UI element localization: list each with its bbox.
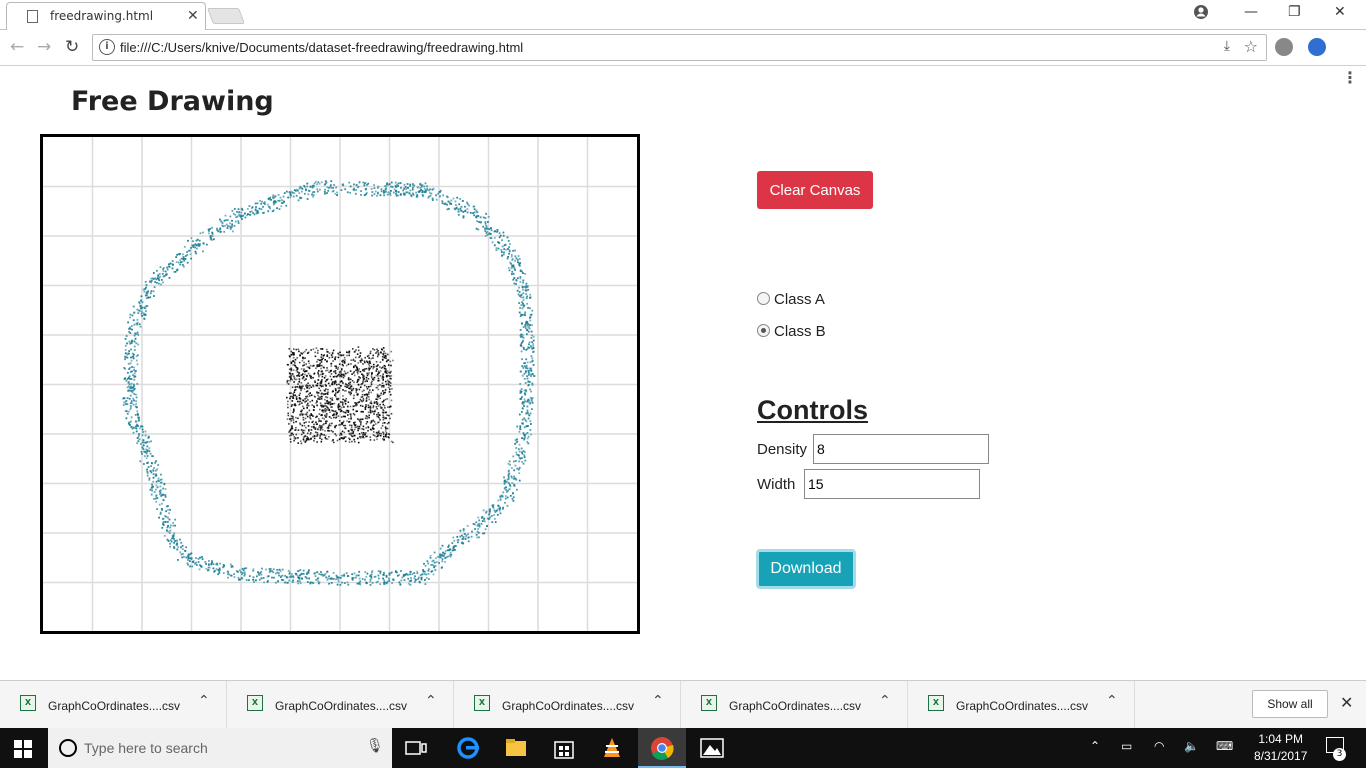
show-all-downloads-button[interactable]: Show all [1252,690,1328,718]
extension-download-icon[interactable] [1308,38,1326,56]
class-a-radio[interactable] [757,292,770,305]
battery-icon[interactable]: ▭ [1121,739,1132,753]
vlc-icon[interactable] [600,736,624,760]
photos-icon[interactable] [700,736,724,760]
store-icon[interactable] [552,736,576,760]
edge-browser-icon[interactable] [456,736,480,760]
width-label: Width [757,476,796,493]
file-explorer-icon[interactable] [504,736,528,760]
class-a-option[interactable]: Class A [757,291,825,308]
keyboard-icon[interactable]: ⌨ [1216,739,1233,753]
download-filename[interactable]: GraphCoOrdinates....csv [502,699,634,713]
width-input[interactable] [804,469,980,499]
system-clock[interactable]: 1:04 PM 8/31/2017 [1254,731,1307,765]
search-placeholder: Type here to search [84,740,208,756]
downloads-shelf: X GraphCoOrdinates....csv ⌃ X GraphCoOrd… [0,680,1366,729]
close-tab-icon[interactable]: ✕ [187,8,199,24]
density-input[interactable] [813,434,989,464]
tab-title: freedrawing.html [50,9,154,23]
reload-icon[interactable]: ↻ [65,37,79,57]
class-b-label: Class B [774,323,826,340]
download-item[interactable]: X GraphCoOrdinates....csv ⌃ [454,681,681,729]
canvas-surface[interactable] [43,137,637,631]
window-close-icon[interactable]: ✕ [1334,4,1346,20]
chevron-up-icon[interactable]: ⌃ [652,693,664,709]
taskbar: Type here to search 🎙 ⌃ ▭ ◠ 🔈 ⌨ 1:04 PM … [0,728,1366,768]
show-hidden-icons-chevron-icon[interactable]: ⌃ [1090,739,1100,753]
browser-tab[interactable]: freedrawing.html ✕ [6,2,206,30]
csv-file-icon: X [247,695,263,711]
csv-file-icon: X [20,695,36,711]
download-item[interactable]: X GraphCoOrdinates....csv ⌃ [0,681,227,729]
browser-toolbar: ← → ↻ i file:///C:/Users/knive/Documents… [0,30,1366,87]
new-tab-button[interactable] [207,8,245,24]
page-icon [27,10,38,23]
browser-menu-icon[interactable]: ⋮ [1342,68,1358,87]
density-label: Density [757,441,808,458]
chevron-up-icon[interactable]: ⌃ [425,693,437,709]
close-shelf-icon[interactable]: ✕ [1340,693,1353,712]
download-item[interactable]: X GraphCoOrdinates....csv ⌃ [227,681,454,729]
clear-canvas-button[interactable]: Clear Canvas [757,171,873,209]
back-icon[interactable]: ← [10,37,24,57]
class-b-radio[interactable] [757,324,770,337]
page-title: Free Drawing [71,86,274,117]
chevron-up-icon[interactable]: ⌃ [1106,693,1118,709]
extension-icon[interactable] [1275,38,1293,56]
download-button[interactable]: Download [756,549,856,589]
taskbar-search-box[interactable]: Type here to search 🎙 [48,728,392,768]
download-filename[interactable]: GraphCoOrdinates....csv [48,699,180,713]
url-text[interactable]: file:///C:/Users/knive/Documents/dataset… [120,40,523,55]
volume-icon[interactable]: 🔈 [1184,739,1199,753]
cortana-icon [59,739,77,757]
drawing-canvas[interactable] [40,134,640,634]
forward-icon[interactable]: → [37,37,51,57]
minimize-icon[interactable]: — [1244,4,1258,20]
address-bar[interactable]: i file:///C:/Users/knive/Documents/datas… [92,34,1267,61]
download-filename[interactable]: GraphCoOrdinates....csv [729,699,861,713]
browser-tab-strip: freedrawing.html ✕ — ❐ ✕ [0,0,1366,30]
bookmark-star-icon[interactable]: ☆ [1244,37,1258,56]
controls-heading: Controls [757,395,868,425]
restore-icon[interactable]: ❐ [1288,4,1301,20]
download-filename[interactable]: GraphCoOrdinates....csv [956,699,1088,713]
download-item[interactable]: X GraphCoOrdinates....csv ⌃ [908,681,1135,729]
download-filename[interactable]: GraphCoOrdinates....csv [275,699,407,713]
windows-start-icon[interactable] [14,740,32,758]
clock-time: 1:04 PM [1258,732,1304,746]
csv-file-icon: X [474,695,490,711]
class-b-option[interactable]: Class B [757,323,826,340]
profile-icon[interactable] [1193,4,1209,24]
download-icon[interactable]: ⤓ [1224,38,1230,54]
download-item[interactable]: X GraphCoOrdinates....csv ⌃ [681,681,908,729]
clock-date: 8/31/2017 [1254,749,1308,763]
class-a-label: Class A [774,291,825,308]
task-view-icon[interactable] [404,736,428,760]
chevron-up-icon[interactable]: ⌃ [198,693,210,709]
microphone-icon[interactable]: 🎙 [366,738,384,754]
wifi-icon[interactable]: ◠ [1154,739,1164,753]
chrome-icon[interactable] [650,736,674,760]
csv-file-icon: X [928,695,944,711]
info-icon[interactable]: i [99,39,115,55]
chevron-up-icon[interactable]: ⌃ [879,693,891,709]
csv-file-icon: X [701,695,717,711]
notification-count-badge: 3 [1333,748,1346,761]
